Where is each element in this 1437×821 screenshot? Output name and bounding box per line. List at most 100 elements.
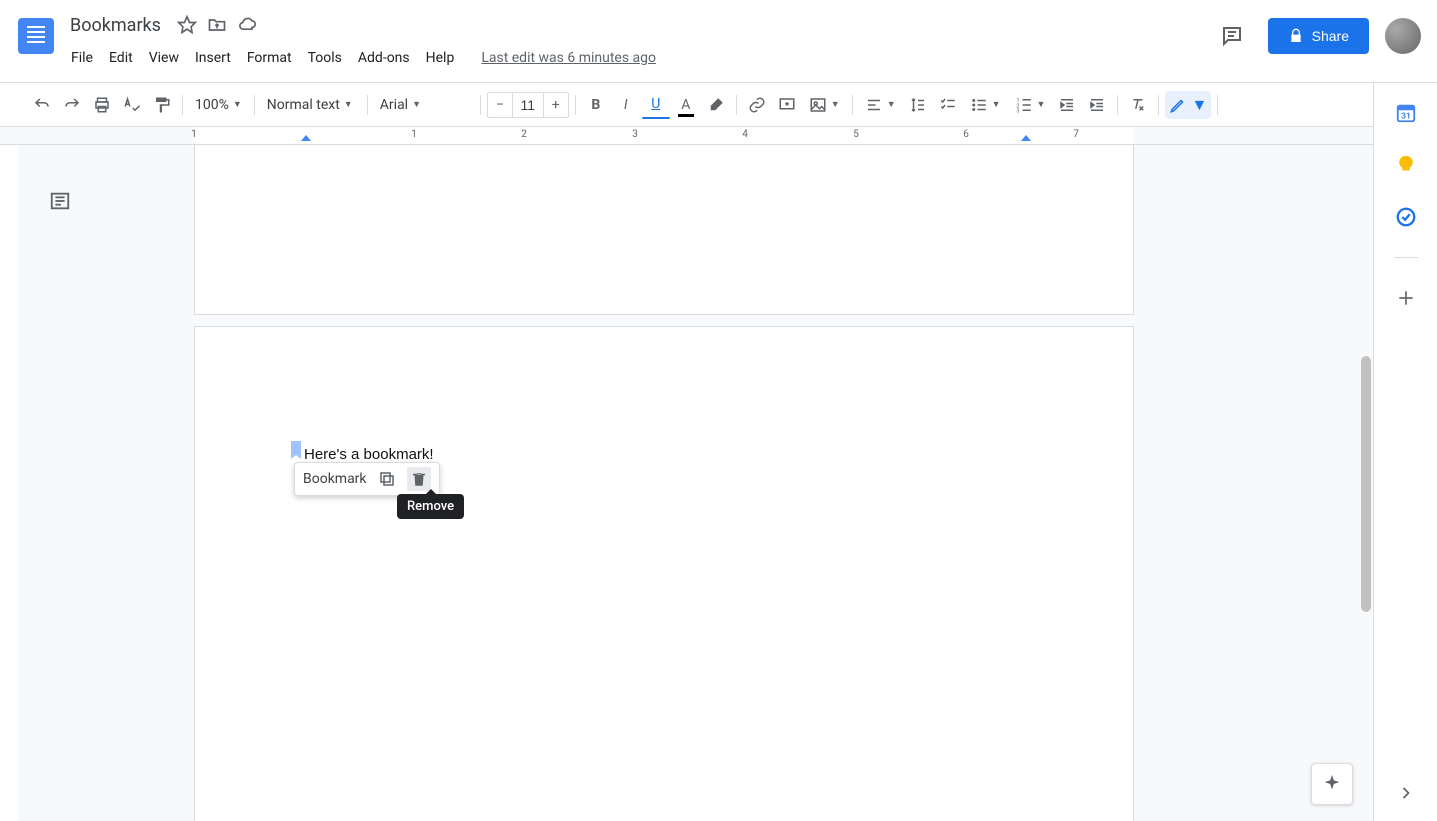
logo-container: [8, 8, 64, 54]
account-avatar[interactable]: [1385, 18, 1421, 54]
separator: [480, 95, 481, 115]
last-edit-link[interactable]: Last edit was 6 minutes ago: [481, 50, 656, 66]
print-button[interactable]: [88, 91, 116, 119]
menu-insert[interactable]: Insert: [188, 46, 238, 70]
checklist-button[interactable]: [934, 91, 962, 119]
remove-tooltip: Remove: [397, 494, 464, 519]
insert-link-button[interactable]: [743, 91, 771, 119]
font-size-control: − +: [487, 92, 569, 118]
bookmark-icon[interactable]: [291, 441, 301, 459]
title-area: Bookmarks File Edit View Insert Format T…: [64, 8, 1212, 72]
share-label: Share: [1312, 28, 1349, 44]
decrease-indent-button[interactable]: [1053, 91, 1081, 119]
align-button[interactable]: ▼: [859, 91, 902, 119]
increase-indent-button[interactable]: [1083, 91, 1111, 119]
comment-history-button[interactable]: [1212, 16, 1252, 56]
separator: [852, 95, 853, 115]
bold-button[interactable]: B: [582, 91, 610, 119]
increase-font-button[interactable]: +: [544, 91, 568, 119]
svg-text:3: 3: [1016, 108, 1019, 114]
font-size-input[interactable]: [512, 93, 544, 117]
separator: [1158, 95, 1159, 115]
trash-icon: [410, 470, 428, 488]
toolbar: 100%▼ Normal text▼ Arial▼ − + B I U A ▼ …: [0, 83, 1437, 127]
text-color-button[interactable]: A: [672, 91, 700, 119]
separator: [367, 95, 368, 115]
ruler-mark: 1: [191, 129, 197, 140]
document-workspace[interactable]: 9 10: [18, 145, 1373, 821]
ruler-mark: 5: [853, 129, 859, 140]
keep-addon-icon[interactable]: [1394, 153, 1418, 177]
menu-format[interactable]: Format: [240, 46, 299, 70]
remove-bookmark-button[interactable]: [407, 467, 431, 491]
ruler-mark: 1: [411, 129, 417, 140]
lock-icon: [1288, 28, 1304, 44]
bookmark-popup: Bookmark: [294, 462, 440, 496]
clear-formatting-button[interactable]: [1124, 91, 1152, 119]
outline-toggle-button[interactable]: [46, 187, 74, 215]
scrollbar-thumb[interactable]: [1361, 356, 1371, 612]
menu-file[interactable]: File: [64, 46, 100, 70]
separator: [1217, 95, 1218, 115]
paint-format-button[interactable]: [148, 91, 176, 119]
explore-button[interactable]: [1311, 763, 1353, 805]
ruler-mark: 6: [963, 129, 969, 140]
bookmark-popup-label: Bookmark: [303, 469, 367, 489]
svg-text:31: 31: [1401, 112, 1410, 122]
separator: [736, 95, 737, 115]
share-button[interactable]: Share: [1268, 18, 1369, 54]
undo-button[interactable]: [28, 91, 56, 119]
spellcheck-button[interactable]: [118, 91, 146, 119]
horizontal-ruler[interactable]: 1 1 2 3 4 5 6 7: [0, 127, 1373, 145]
menu-tools[interactable]: Tools: [301, 46, 349, 70]
get-addons-button[interactable]: [1394, 286, 1418, 310]
menu-bar: File Edit View Insert Format Tools Add-o…: [64, 40, 1212, 72]
document-page-2[interactable]: [194, 326, 1134, 821]
copy-link-button[interactable]: [375, 467, 399, 491]
side-divider: [1394, 257, 1418, 258]
font-dropdown[interactable]: Arial▼: [374, 91, 474, 119]
document-page-1[interactable]: [194, 145, 1134, 315]
menu-edit[interactable]: Edit: [102, 46, 140, 70]
numbered-list-button[interactable]: 123▼: [1009, 91, 1052, 119]
bulleted-list-button[interactable]: ▼: [964, 91, 1007, 119]
separator: [254, 95, 255, 115]
header-right: Share: [1212, 8, 1429, 56]
highlight-color-button[interactable]: [702, 91, 730, 119]
line-spacing-button[interactable]: [904, 91, 932, 119]
ruler-mark: 2: [521, 129, 527, 140]
hide-side-panel-button[interactable]: [1394, 781, 1418, 805]
menu-addons[interactable]: Add-ons: [351, 46, 417, 70]
add-comment-button[interactable]: [773, 91, 801, 119]
document-title[interactable]: Bookmarks: [64, 15, 167, 36]
title-row: Bookmarks: [64, 8, 1212, 40]
cloud-status-icon[interactable]: [237, 15, 257, 35]
ruler-mark: 7: [1073, 129, 1079, 140]
app-header: Bookmarks File Edit View Insert Format T…: [0, 0, 1437, 83]
redo-button[interactable]: [58, 91, 86, 119]
style-dropdown[interactable]: Normal text▼: [261, 91, 361, 119]
right-indent-marker[interactable]: [1021, 135, 1031, 141]
zoom-dropdown[interactable]: 100%▼: [189, 91, 248, 119]
underline-button[interactable]: U: [642, 91, 670, 119]
menu-view[interactable]: View: [142, 46, 186, 70]
calendar-addon-icon[interactable]: 31: [1394, 101, 1418, 125]
pencil-icon: [1169, 96, 1187, 114]
decrease-font-button[interactable]: −: [488, 91, 512, 119]
ruler-mark: 3: [632, 129, 638, 140]
copy-icon: [378, 470, 396, 488]
document-body-text[interactable]: Here's a bookmark!: [304, 446, 434, 463]
italic-button[interactable]: I: [612, 91, 640, 119]
editing-mode-button[interactable]: ▼: [1165, 91, 1211, 119]
separator: [182, 95, 183, 115]
separator: [575, 95, 576, 115]
ruler-mark: 4: [742, 129, 748, 140]
insert-image-button[interactable]: ▼: [803, 91, 846, 119]
star-icon[interactable]: [177, 15, 197, 35]
tasks-addon-icon[interactable]: [1394, 205, 1418, 229]
left-indent-marker[interactable]: [301, 135, 311, 141]
side-panel: 31: [1373, 83, 1437, 821]
move-icon[interactable]: [207, 15, 227, 35]
docs-logo-icon[interactable]: [18, 18, 54, 54]
menu-help[interactable]: Help: [419, 46, 462, 70]
